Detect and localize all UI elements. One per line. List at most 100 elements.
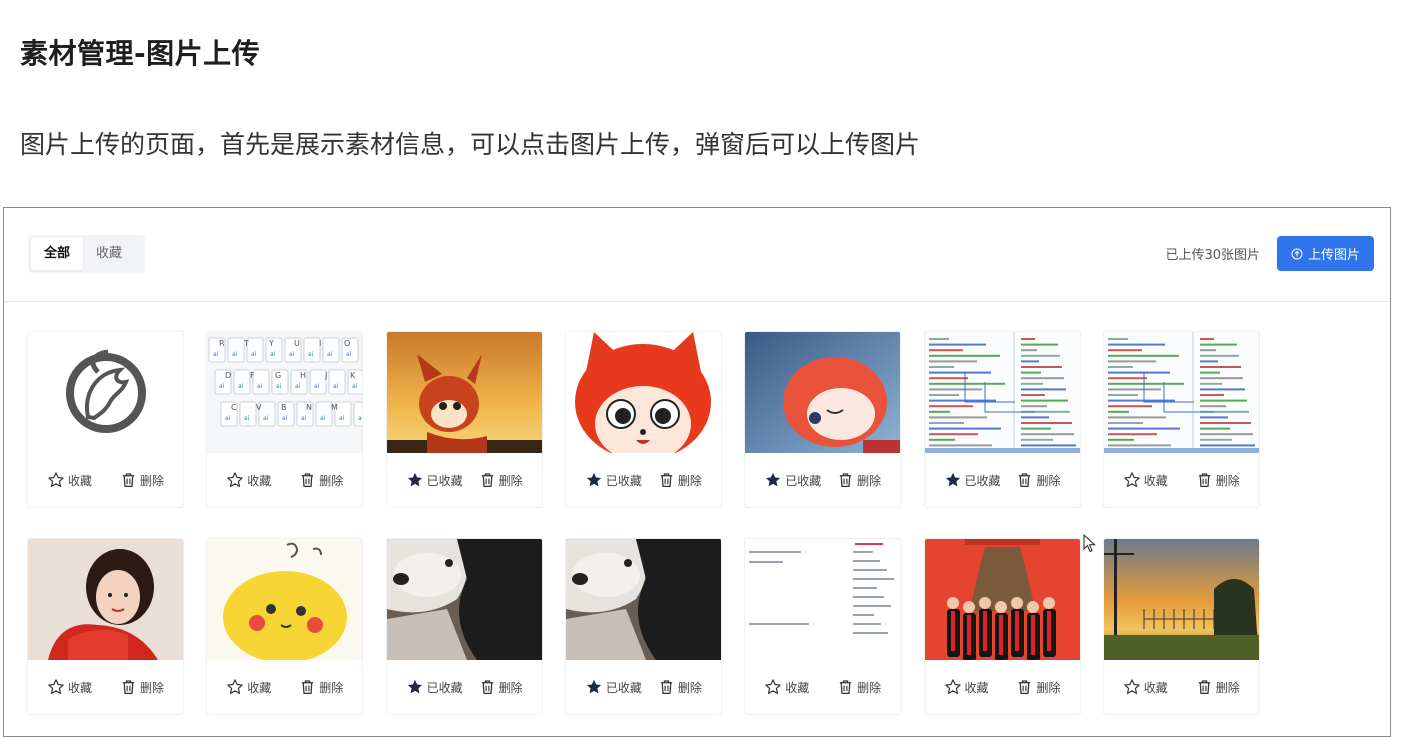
delete-button[interactable]: 删除 bbox=[837, 678, 881, 696]
image-card[interactable]: 已收藏 删除 bbox=[564, 331, 722, 508]
favorite-button[interactable]: 收藏 bbox=[47, 471, 92, 489]
image-card[interactable]: 收藏 删除 bbox=[1102, 331, 1260, 508]
card-actions: 已收藏 删除 bbox=[566, 660, 721, 714]
upload-image-button[interactable]: 上传图片 bbox=[1277, 236, 1374, 271]
svg-text:J: J bbox=[324, 371, 327, 380]
star-outline-icon bbox=[226, 678, 244, 696]
favorite-button[interactable]: 已收藏 bbox=[585, 471, 642, 489]
image-thumbnail[interactable] bbox=[386, 539, 542, 660]
image-card[interactable]: 收藏 删除 bbox=[1102, 538, 1260, 715]
image-thumbnail[interactable] bbox=[207, 539, 363, 660]
tab-all[interactable]: 全部 bbox=[31, 238, 84, 270]
trash-icon bbox=[837, 471, 854, 489]
card-actions: 收藏 删除 bbox=[1104, 660, 1259, 714]
delete-button[interactable]: 删除 bbox=[658, 678, 702, 696]
delete-label: 删除 bbox=[139, 680, 164, 695]
favorite-button[interactable]: 已收藏 bbox=[764, 471, 821, 489]
delete-button[interactable]: 删除 bbox=[1196, 471, 1240, 489]
favorite-button[interactable]: 已收藏 bbox=[944, 471, 1001, 489]
trash-icon bbox=[837, 678, 854, 696]
trash-icon bbox=[1016, 678, 1033, 696]
delete-label: 删除 bbox=[677, 473, 702, 488]
image-thumbnail[interactable] bbox=[28, 539, 183, 660]
svg-text:ai: ai bbox=[225, 415, 231, 422]
favorite-button[interactable]: 已收藏 bbox=[406, 678, 463, 696]
image-thumbnail[interactable] bbox=[924, 539, 1080, 660]
image-thumbnail[interactable] bbox=[28, 332, 183, 453]
tab-favorites[interactable]: 收藏 bbox=[83, 238, 135, 270]
favorite-button[interactable]: 收藏 bbox=[47, 678, 92, 696]
favorite-button[interactable]: 收藏 bbox=[944, 678, 989, 696]
image-card[interactable]: 已收藏 删除 bbox=[385, 538, 543, 715]
svg-text:D: D bbox=[225, 371, 231, 380]
image-card[interactable]: 收藏 删除 bbox=[27, 331, 184, 508]
svg-text:N: N bbox=[306, 403, 312, 412]
image-thumbnail[interactable] bbox=[1103, 332, 1259, 453]
image-card[interactable]: 收藏 删除 bbox=[27, 538, 184, 715]
favorite-label: 收藏 bbox=[964, 680, 989, 695]
favorite-button[interactable]: 收藏 bbox=[1123, 471, 1168, 489]
image-card[interactable]: 已收藏 删除 bbox=[385, 331, 543, 508]
upload-count: 已上传30张图片 bbox=[1165, 248, 1260, 263]
image-card[interactable]: 已收藏 删除 bbox=[564, 538, 722, 715]
favorite-button[interactable]: 已收藏 bbox=[585, 678, 642, 696]
delete-button[interactable]: 删除 bbox=[299, 471, 343, 489]
image-thumbnail[interactable] bbox=[565, 539, 721, 660]
card-actions: 收藏 删除 bbox=[207, 660, 362, 714]
favorite-button[interactable]: 收藏 bbox=[764, 678, 809, 696]
favorite-button[interactable]: 收藏 bbox=[226, 471, 271, 489]
svg-text:ai: ai bbox=[282, 415, 288, 422]
screenshot-frame: 全部 收藏 已上传30张图片 上传图片 收藏 删除 ai ai ai ai ai ai ai ai… bbox=[3, 207, 1391, 737]
favorite-button[interactable]: 收藏 bbox=[226, 678, 271, 696]
delete-button[interactable]: 删除 bbox=[658, 471, 702, 489]
image-thumbnail[interactable] bbox=[745, 539, 901, 660]
image-card[interactable]: ai ai ai ai ai ai ai ai ai ai ai ai ai ai ai ai ai ai ai ai… bbox=[206, 331, 364, 508]
delete-label: 删除 bbox=[677, 680, 702, 695]
svg-text:ai: ai bbox=[295, 383, 301, 390]
delete-button[interactable]: 删除 bbox=[299, 678, 343, 696]
image-thumbnail[interactable] bbox=[745, 332, 901, 453]
toolbar: 全部 收藏 已上传30张图片 上传图片 bbox=[4, 208, 1390, 302]
image-thumbnail[interactable] bbox=[565, 332, 721, 453]
image-thumbnail[interactable]: ai ai ai ai ai ai ai ai ai ai ai ai ai ai ai ai ai ai ai ai… bbox=[207, 332, 363, 453]
filter-tabs: 全部 收藏 bbox=[28, 235, 145, 273]
delete-label: 删除 bbox=[1215, 680, 1240, 695]
delete-button[interactable]: 删除 bbox=[1016, 678, 1061, 696]
trash-icon bbox=[120, 678, 137, 696]
image-card[interactable]: 已收藏 删除 bbox=[923, 331, 1081, 508]
image-card[interactable]: 收藏 删除 bbox=[744, 538, 902, 715]
svg-text:ai: ai bbox=[257, 383, 263, 390]
image-thumbnail[interactable] bbox=[1103, 539, 1259, 660]
card-actions: 已收藏 删除 bbox=[387, 453, 542, 507]
image-card[interactable]: 收藏 删除 bbox=[206, 538, 364, 715]
image-thumbnail[interactable] bbox=[386, 332, 542, 453]
favorite-label: 已收藏 bbox=[605, 680, 642, 695]
delete-button[interactable]: 删除 bbox=[120, 471, 164, 489]
svg-text:C: C bbox=[231, 403, 237, 412]
star-outline-icon bbox=[764, 678, 782, 696]
favorite-button[interactable]: 已收藏 bbox=[406, 471, 463, 489]
delete-button[interactable]: 删除 bbox=[1016, 471, 1061, 489]
delete-label: 删除 bbox=[139, 473, 164, 488]
svg-text:ai: ai bbox=[320, 415, 326, 422]
star-filled-icon bbox=[585, 678, 603, 696]
svg-text:ai: ai bbox=[244, 415, 250, 422]
delete-label: 删除 bbox=[498, 473, 523, 488]
image-card[interactable]: 收藏 删除 bbox=[923, 538, 1081, 715]
delete-button[interactable]: 删除 bbox=[837, 471, 881, 489]
delete-label: 删除 bbox=[1036, 680, 1061, 695]
svg-text:ai: ai bbox=[339, 415, 345, 422]
delete-button[interactable]: 删除 bbox=[120, 678, 164, 696]
image-thumbnail[interactable] bbox=[924, 332, 1080, 453]
delete-button[interactable]: 删除 bbox=[479, 678, 523, 696]
page-description: 图片上传的页面，首先是展示素材信息，可以点击图片上传，弹窗后可以上传图片 bbox=[20, 130, 921, 159]
svg-text:ai: ai bbox=[213, 351, 219, 358]
favorite-label: 收藏 bbox=[68, 680, 93, 695]
trash-icon bbox=[299, 471, 316, 489]
favorite-button[interactable]: 收藏 bbox=[1123, 678, 1168, 696]
svg-text:K: K bbox=[350, 371, 356, 380]
card-actions: 已收藏 删除 bbox=[745, 453, 900, 507]
delete-button[interactable]: 删除 bbox=[1196, 678, 1240, 696]
delete-button[interactable]: 删除 bbox=[479, 471, 523, 489]
image-card[interactable]: 已收藏 删除 bbox=[744, 331, 902, 508]
